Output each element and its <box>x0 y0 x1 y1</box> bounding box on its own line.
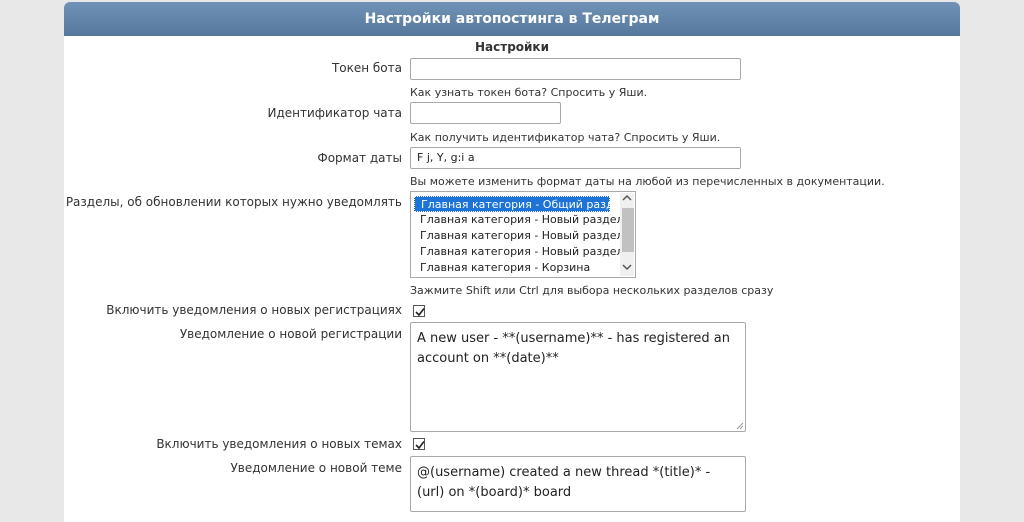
sections-hint: Зажмите Shift или Ctrl для выбора нескол… <box>410 284 774 297</box>
chat-id-input[interactable] <box>410 102 561 124</box>
settings-panel: Настройки автопостинга в Телеграм Настро… <box>64 2 960 522</box>
chevron-down-icon[interactable] <box>620 262 634 276</box>
scrollbar-thumb[interactable] <box>622 208 634 252</box>
sections-option[interactable]: Главная категория - Новый раздел <box>414 228 624 244</box>
sections-option[interactable]: Главная категория - Новый раздел <box>414 244 624 260</box>
registration-message-text: A new user - **(username)** - has regist… <box>417 331 730 366</box>
topic-message-label: Уведомление о новой теме <box>230 461 402 475</box>
chat-id-hint: Как получить идентификатор чата? Спросит… <box>410 131 721 144</box>
notify-registrations-label: Включить уведомления о новых регистрация… <box>106 303 402 317</box>
panel-header-title: Настройки автопостинга в Телеграм <box>64 2 960 36</box>
date-format-label: Формат даты <box>317 151 402 165</box>
registration-message-textarea[interactable]: A new user - **(username)** - has regist… <box>410 322 746 432</box>
sections-scrollbar[interactable] <box>620 193 634 276</box>
section-title: Настройки <box>474 40 549 54</box>
resize-grip-icon[interactable] <box>734 420 744 430</box>
notify-registrations-checkbox[interactable] <box>413 305 425 317</box>
check-icon <box>415 441 425 450</box>
sections-option[interactable]: Главная категория - Общий раздел <box>414 196 627 212</box>
notify-topics-checkbox[interactable] <box>413 438 425 450</box>
sections-option[interactable]: Главная категория - Новый раздел <box>414 212 624 228</box>
chat-id-label: Идентификатор чата <box>267 106 402 120</box>
sections-option[interactable]: Главная категория - Корзина <box>414 260 616 276</box>
date-format-input[interactable]: F j, Y, g:i a <box>410 147 741 169</box>
date-format-hint: Вы можете изменить формат даты на любой … <box>410 175 885 188</box>
chevron-up-icon[interactable] <box>620 193 634 207</box>
registration-message-label: Уведомление о новой регистрации <box>179 327 402 341</box>
topic-message-textarea[interactable]: @(username) created a new thread *(title… <box>410 456 746 512</box>
check-icon <box>415 308 425 317</box>
sections-label: Разделы, об обновлении которых нужно уве… <box>65 195 402 209</box>
bot-token-hint: Как узнать токен бота? Спросить у Яши. <box>410 86 648 99</box>
notify-topics-label: Включить уведомления о новых темах <box>156 437 402 451</box>
bot-token-input[interactable] <box>410 58 741 80</box>
topic-message-text: @(username) created a new thread *(title… <box>417 465 711 500</box>
bot-token-label: Токен бота <box>331 61 402 75</box>
sections-listbox[interactable]: Главная категория - Общий раздел Главная… <box>410 191 636 278</box>
